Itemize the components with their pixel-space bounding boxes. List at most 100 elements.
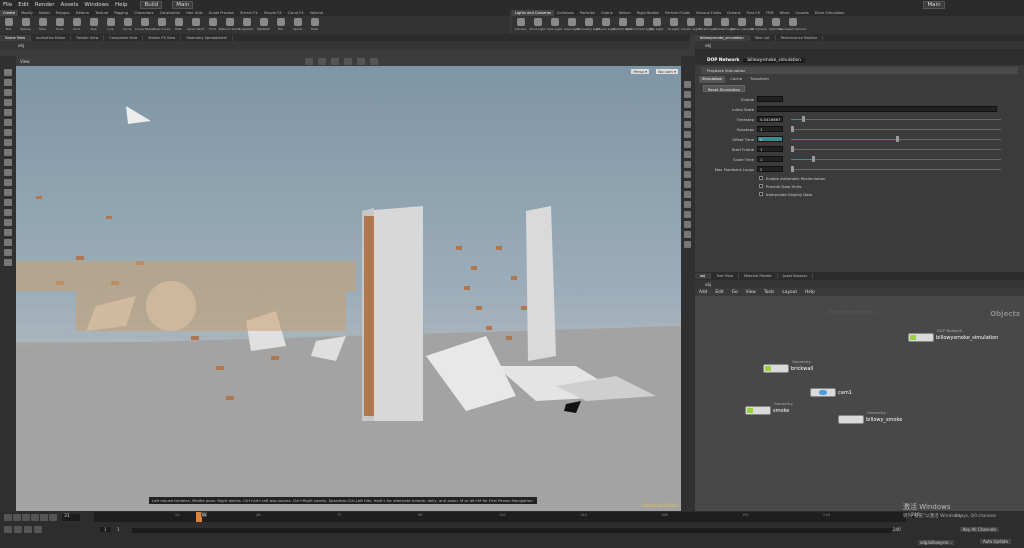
pin-icon[interactable] bbox=[4, 209, 12, 216]
ortho-icon[interactable] bbox=[684, 231, 691, 238]
parm-checkbox-row[interactable]: Enable Automatic Resimulation bbox=[695, 174, 1024, 182]
pane-tab[interactable]: Take List bbox=[750, 35, 776, 41]
shelf-tool[interactable]: Grid bbox=[68, 18, 85, 31]
parm-slider[interactable] bbox=[791, 116, 1001, 122]
play-icon[interactable] bbox=[31, 514, 39, 521]
parm-field[interactable]: 1 bbox=[757, 146, 783, 152]
shelf-tool[interactable]: Platonic Solids bbox=[219, 18, 240, 31]
pane-tab[interactable]: obj bbox=[695, 273, 712, 279]
net-menu-item[interactable]: Go bbox=[728, 290, 742, 295]
shelf-tool[interactable]: Gamepad Camera bbox=[779, 18, 806, 31]
shelf-tab[interactable]: Modify bbox=[18, 10, 36, 16]
checkbox[interactable] bbox=[759, 192, 763, 196]
tab-transform[interactable]: Transform bbox=[747, 76, 772, 83]
shelf-tab[interactable]: Constraints bbox=[157, 10, 184, 16]
slider-knob[interactable] bbox=[896, 136, 899, 142]
node-name-field[interactable]: billowysmoke_simulation bbox=[743, 58, 805, 63]
shelf-tool[interactable]: File bbox=[272, 18, 289, 31]
realtime-icon[interactable] bbox=[14, 526, 22, 533]
pane-tab[interactable]: Material Palette bbox=[739, 273, 778, 279]
parm-field[interactable]: 1 bbox=[757, 156, 783, 162]
shelf-tool[interactable]: Circle bbox=[119, 18, 136, 31]
parm-slider[interactable] bbox=[791, 166, 1001, 172]
light-tool-icon[interactable] bbox=[4, 169, 12, 176]
key-all-channels-button[interactable]: Key All Channels bbox=[960, 527, 1000, 532]
desktop-dropdown[interactable]: Build bbox=[140, 1, 163, 9]
jump-start-icon[interactable] bbox=[4, 514, 12, 521]
viewport-path[interactable]: obj bbox=[0, 41, 690, 49]
grid-icon[interactable] bbox=[4, 259, 12, 266]
shelf-tool[interactable]: Box bbox=[0, 18, 17, 31]
pane-tab[interactable]: Motion FX View bbox=[143, 35, 182, 41]
checkbox[interactable] bbox=[759, 184, 763, 188]
shelf-tab[interactable]: Terrain FX bbox=[237, 10, 261, 16]
shelf-tool[interactable]: Spot Light bbox=[546, 18, 563, 31]
shelf-tab[interactable]: Texture bbox=[92, 10, 111, 16]
shelf-tool[interactable]: Caustic Light bbox=[681, 18, 700, 31]
shelf-tool[interactable]: Spiral bbox=[289, 18, 306, 31]
shelf-tool[interactable]: VR Camera bbox=[750, 18, 767, 31]
lighting-icon[interactable] bbox=[684, 121, 691, 128]
shelf-tool[interactable]: Tube bbox=[34, 18, 51, 31]
right-dropdown[interactable]: Main bbox=[923, 1, 945, 9]
shelf-tab[interactable]: Volume bbox=[307, 10, 326, 16]
shelf-tool[interactable]: Metaball bbox=[255, 18, 272, 31]
shelf-tool[interactable]: Spray Paint bbox=[187, 18, 204, 31]
shelf-tab[interactable]: Oceans bbox=[724, 10, 743, 16]
pane-tab[interactable]: billowysmoke_simulation bbox=[695, 35, 750, 41]
camera-lock-icon[interactable] bbox=[684, 161, 691, 168]
node-billowysmoke-simulation[interactable]: DOP Network billowysmoke_simulation bbox=[908, 328, 998, 342]
parm-slider[interactable] bbox=[791, 126, 1001, 132]
split-view-icon[interactable] bbox=[684, 221, 691, 228]
main-dropdown[interactable]: Main bbox=[172, 1, 194, 9]
paint-icon[interactable] bbox=[4, 199, 12, 206]
start-frame-field[interactable]: 1 bbox=[100, 527, 111, 532]
shelf-tool[interactable]: Draw Curve bbox=[153, 18, 170, 31]
shelf-tab[interactable]: Model bbox=[36, 10, 53, 16]
shelf-tool[interactable]: Point Light bbox=[529, 18, 546, 31]
pane-tab[interactable]: Tree View bbox=[711, 273, 740, 279]
display-options-icon[interactable] bbox=[684, 81, 691, 88]
slider-knob[interactable] bbox=[801, 116, 805, 122]
taskbar-app[interactable]: sdg.billowysm... bbox=[918, 540, 955, 545]
brush-icon[interactable] bbox=[4, 149, 12, 156]
points-icon[interactable] bbox=[684, 101, 691, 108]
shelf-tool[interactable]: Sphere bbox=[17, 18, 34, 31]
parm-field[interactable]: 1 bbox=[757, 126, 783, 132]
parm-folder-header[interactable]: Playback Simulation bbox=[701, 67, 1018, 74]
net-path[interactable]: obj bbox=[695, 280, 1024, 288]
end-frame-field-2[interactable]: 240 bbox=[893, 527, 901, 532]
parm-path[interactable]: obj bbox=[695, 41, 1024, 49]
slider-knob[interactable] bbox=[791, 146, 794, 152]
shelf-tab[interactable]: Drive Simulation bbox=[812, 10, 848, 16]
shelf-tool[interactable]: Curve Bezier bbox=[135, 18, 154, 31]
persp-menu[interactable]: Persp ▾ bbox=[631, 69, 649, 74]
shelf-tool[interactable]: Environment Light bbox=[626, 18, 653, 31]
parm-field[interactable]: 0 bbox=[757, 136, 783, 142]
shelf-tab[interactable]: Crowds bbox=[793, 10, 812, 16]
shelf-tab[interactable]: Particles bbox=[577, 10, 598, 16]
initial-state-field[interactable] bbox=[757, 106, 997, 112]
shelf-tool[interactable]: Path bbox=[170, 18, 187, 31]
net-menu-item[interactable]: Tools bbox=[760, 290, 779, 295]
single-view-icon[interactable] bbox=[684, 211, 691, 218]
auto-update-button[interactable]: Auto Update bbox=[980, 539, 1012, 544]
shelf-tab[interactable]: Guide Process bbox=[206, 10, 237, 16]
shelf-tab[interactable]: Grains bbox=[598, 10, 616, 16]
shelf-tab[interactable]: Vellum bbox=[616, 10, 634, 16]
menu-help[interactable]: Help bbox=[112, 2, 131, 8]
wireframe-icon[interactable] bbox=[684, 91, 691, 98]
snapshot-icon[interactable] bbox=[4, 139, 12, 146]
menu-edit[interactable]: Edit bbox=[15, 2, 32, 8]
tab-simulation[interactable]: Simulation bbox=[699, 76, 726, 83]
shelf-tool[interactable]: Null bbox=[85, 18, 102, 31]
parm-field[interactable]: 0.0416667 bbox=[757, 116, 783, 122]
node-brickwall[interactable]: Geometry brickwall bbox=[763, 359, 813, 373]
timeline-track[interactable]: 24 48 72 96 120 144 168 192 216 31 bbox=[94, 512, 906, 522]
ghost-icon[interactable] bbox=[356, 57, 365, 65]
shelf-tool[interactable]: Helix bbox=[306, 18, 323, 31]
shelf-tab[interactable]: Particle Fluids bbox=[662, 10, 693, 16]
frame-icon[interactable] bbox=[684, 181, 691, 188]
pose-icon[interactable] bbox=[4, 119, 12, 126]
net-menu-item[interactable]: View bbox=[742, 290, 760, 295]
